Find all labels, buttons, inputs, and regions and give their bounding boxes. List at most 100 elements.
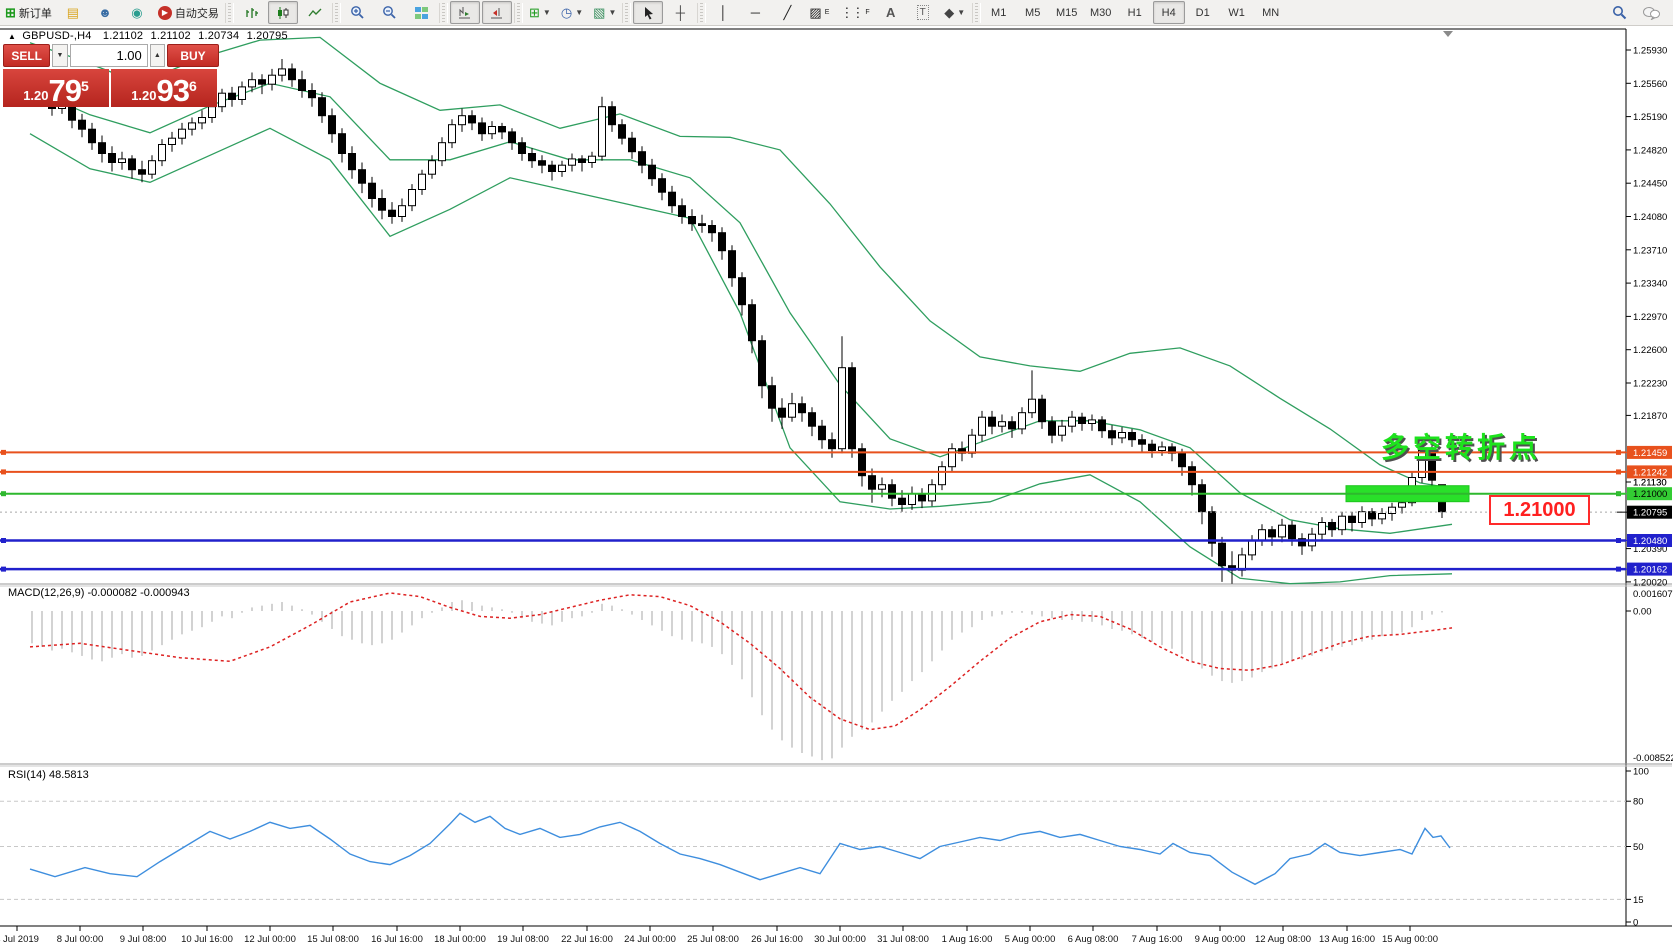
svg-text:1.23340: 1.23340 <box>1633 279 1667 290</box>
expander-icon[interactable]: ▲ <box>8 32 16 41</box>
new-order-icon: ⊞ <box>5 6 16 19</box>
zoom-in-button[interactable] <box>343 1 373 24</box>
tile-windows-button[interactable] <box>407 1 437 24</box>
svg-text:15: 15 <box>1633 895 1644 906</box>
autotrading-label: 自动交易 <box>175 5 219 21</box>
clock-icon: ◷ <box>561 6 572 19</box>
profiles-dropdown[interactable]: ◷▼ <box>557 1 587 24</box>
chart-window[interactable]: 1.259301.255601.251901.248201.244501.240… <box>0 26 1673 950</box>
chart-shift-button[interactable] <box>482 1 512 24</box>
timeframe-h1-button[interactable]: H1 <box>1119 1 1151 24</box>
one-click-trading-panel: SELL ▼ 1.00 ▲ BUY 1.20795 1.20936 <box>3 44 219 107</box>
chart-annotation-text[interactable]: 多空转折点 <box>1381 426 1541 466</box>
svg-text:1.23710: 1.23710 <box>1633 245 1667 256</box>
svg-text:15 Aug 00:00: 15 Aug 00:00 <box>1382 934 1438 945</box>
price-axis-labels: 1.214591.212421.211301.210001.207951.204… <box>1617 446 1672 576</box>
buy-button[interactable]: BUY <box>167 44 219 67</box>
svg-text:26 Jul 16:00: 26 Jul 16:00 <box>751 934 803 945</box>
sell-price-panel[interactable]: 1.20795 <box>3 69 109 107</box>
autotrading-button[interactable]: ▶ 自动交易 <box>154 1 223 24</box>
hline-tool-button[interactable]: ─ <box>740 1 770 24</box>
community-chat-button[interactable] <box>1636 1 1666 24</box>
label-icon: T <box>917 5 929 20</box>
sell-price-big: 79 <box>49 76 81 106</box>
svg-text:6 Aug 08:00: 6 Aug 08:00 <box>1068 934 1119 945</box>
cursor-icon <box>642 6 655 20</box>
svg-text:-0.008522: -0.008522 <box>1633 753 1673 764</box>
chart-shift-icon <box>489 6 504 20</box>
sound-button[interactable]: ◉ <box>122 1 152 24</box>
autotrading-icon: ▶ <box>158 6 172 20</box>
price-callout-label[interactable]: 1.21000 <box>1489 495 1590 525</box>
timeframe-m5-button[interactable]: M5 <box>1017 1 1049 24</box>
svg-text:1.21130: 1.21130 <box>1633 478 1667 489</box>
volume-decrease-button[interactable]: ▼ <box>52 44 67 67</box>
charts-bar-button[interactable]: ▤ <box>58 1 88 24</box>
label-tool-button[interactable]: T <box>908 1 938 24</box>
svg-text:7 Aug 16:00: 7 Aug 16:00 <box>1132 934 1183 945</box>
timeframe-mn-button[interactable]: MN <box>1255 1 1287 24</box>
svg-text:1.25930: 1.25930 <box>1633 46 1667 57</box>
macd-axis: 0.0016070.00-0.008522 <box>1626 589 1673 764</box>
ohlc-close: 1.20795 <box>247 30 288 42</box>
timeframe-h4-button[interactable]: H4 <box>1153 1 1185 24</box>
person-icon: ☻ <box>98 6 112 19</box>
svg-text:16 Jul 16:00: 16 Jul 16:00 <box>371 934 423 945</box>
toolbar-separator <box>972 3 981 23</box>
book-icon: ▤ <box>67 6 79 19</box>
channel-tool-button[interactable]: ▨E <box>804 1 834 24</box>
toolbar-separator <box>439 3 448 23</box>
fibonacci-tool-button[interactable]: ⋮⋮F <box>836 1 873 24</box>
svg-text:1.24080: 1.24080 <box>1633 212 1667 223</box>
chart-canvas[interactable]: 1.259301.255601.251901.248201.244501.240… <box>0 26 1673 950</box>
toolbar-separator <box>225 3 234 23</box>
indicators-dropdown[interactable]: ▧▼ <box>589 1 620 24</box>
line-chart-button[interactable] <box>300 1 330 24</box>
svg-text:80: 80 <box>1633 797 1644 808</box>
channel-e-label: E <box>825 9 830 16</box>
data-window-button[interactable]: ☻ <box>90 1 120 24</box>
svg-text:10 Jul 16:00: 10 Jul 16:00 <box>181 934 233 945</box>
time-axis: 4 Jul 20198 Jul 00:009 Jul 08:0010 Jul 1… <box>0 926 1438 945</box>
line-chart-icon <box>308 6 322 20</box>
volume-input[interactable]: 1.00 <box>70 44 148 67</box>
chevron-down-icon: ▼ <box>957 8 965 17</box>
horizontal-line-object[interactable] <box>0 567 1626 572</box>
toolbar: ⊞ 新订单 ▤ ☻ ◉ ▶ 自动交易 <box>0 0 1673 26</box>
auto-scroll-button[interactable] <box>450 1 480 24</box>
trendline-tool-button[interactable]: ╱ <box>772 1 802 24</box>
buy-price-panel[interactable]: 1.20936 <box>111 69 217 107</box>
text-icon: A <box>886 6 895 19</box>
svg-text:8 Jul 00:00: 8 Jul 00:00 <box>57 934 103 945</box>
crosshair-tool-button[interactable]: ┼ <box>665 1 695 24</box>
timeframe-m15-button[interactable]: M15 <box>1051 1 1083 24</box>
bar-chart-button[interactable] <box>236 1 266 24</box>
rsi-axis: 1008050150 <box>0 767 1649 929</box>
sell-button[interactable]: SELL <box>3 44 50 67</box>
svg-text:0: 0 <box>1633 918 1638 929</box>
timeframe-w1-button[interactable]: W1 <box>1221 1 1253 24</box>
search-icon <box>1612 5 1627 20</box>
new-order-button[interactable]: ⊞ 新订单 <box>1 1 56 24</box>
timeframe-d1-button[interactable]: D1 <box>1187 1 1219 24</box>
bollinger-bands <box>30 37 1452 583</box>
vline-tool-button[interactable]: │ <box>708 1 738 24</box>
horizontal-line-object[interactable] <box>0 469 1626 474</box>
timeframe-m1-button[interactable]: M1 <box>983 1 1015 24</box>
search-button[interactable] <box>1604 1 1634 24</box>
arrows-dropdown[interactable]: ◆▼ <box>940 1 970 24</box>
candlestick-chart-icon <box>276 6 290 20</box>
svg-text:1.20795: 1.20795 <box>1633 508 1667 519</box>
cursor-tool-button[interactable] <box>633 1 663 24</box>
text-tool-button[interactable]: A <box>876 1 906 24</box>
timeframe-m30-button[interactable]: M30 <box>1085 1 1117 24</box>
new-chart-dropdown[interactable]: ⊞▼ <box>525 1 555 24</box>
volume-increase-button[interactable]: ▲ <box>150 44 165 67</box>
sell-price-prefix: 1.20 <box>23 88 48 103</box>
zoom-out-button[interactable] <box>375 1 405 24</box>
svg-text:30 Jul 00:00: 30 Jul 00:00 <box>814 934 866 945</box>
channel-icon: ▨ <box>809 6 821 19</box>
candlestick-chart-button[interactable] <box>268 1 298 24</box>
horizontal-line-object[interactable] <box>0 538 1626 543</box>
chevron-down-icon: ▼ <box>543 8 551 17</box>
